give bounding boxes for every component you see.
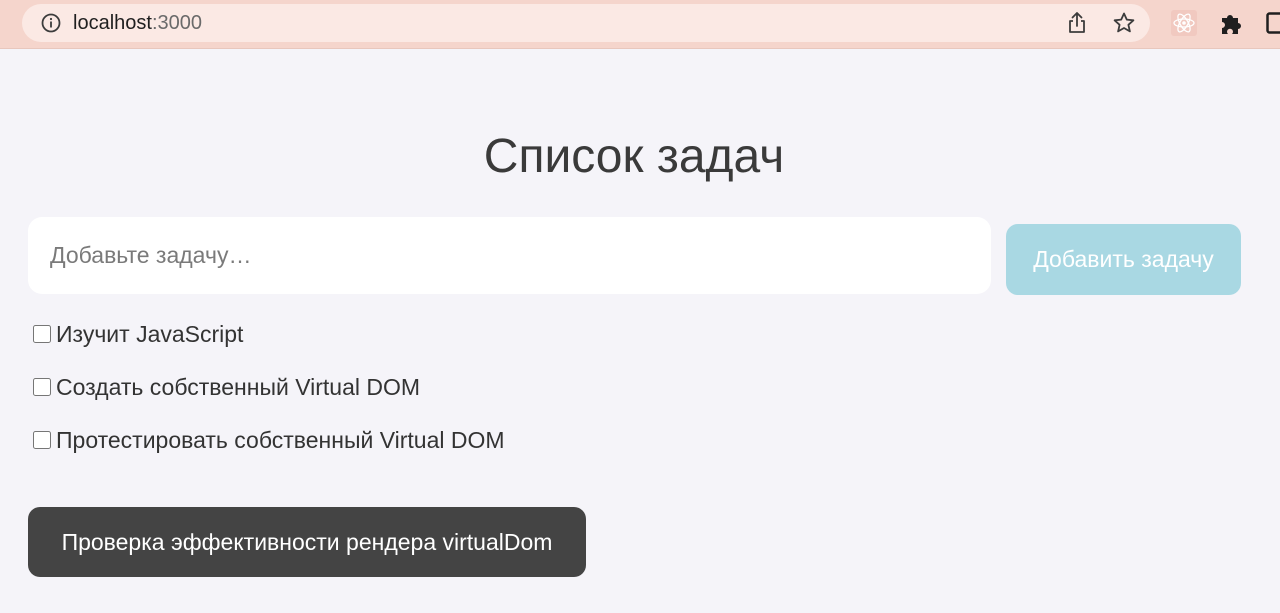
react-extension-icon[interactable] [1171, 10, 1197, 36]
url-port: :3000 [151, 12, 202, 34]
task-checkbox[interactable] [33, 325, 51, 343]
star-icon[interactable] [1112, 11, 1136, 35]
task-item: Протестировать собственный Virtual DOM [33, 423, 505, 457]
puzzle-icon[interactable] [1218, 10, 1244, 36]
task-item: Изучит JavaScript [33, 317, 505, 351]
task-input[interactable] [28, 217, 991, 294]
address-bar[interactable]: localhost:3000 [22, 4, 1150, 42]
add-task-button[interactable]: Добавить задачу [1006, 224, 1241, 295]
page-title: Список задач [483, 130, 785, 183]
url-host: localhost [73, 12, 152, 34]
task-label: Создать собственный Virtual DOM [56, 373, 421, 400]
url-text[interactable]: localhost:3000 [73, 12, 202, 34]
task-item: Создать собственный Virtual DOM [33, 370, 505, 404]
share-icon[interactable] [1066, 11, 1088, 35]
task-label: Изучит JavaScript [56, 320, 244, 347]
browser-toolbar: localhost:3000 [0, 0, 1280, 49]
task-checkbox[interactable] [33, 431, 51, 449]
window-icon[interactable] [1266, 12, 1280, 34]
render-performance-button[interactable]: Проверка эффективности рендера virtualDo… [28, 507, 586, 577]
task-label: Протестировать собственный Virtual DOM [56, 426, 505, 453]
info-icon[interactable] [40, 12, 62, 34]
task-list: Изучит JavaScript Создать собственный Vi… [33, 317, 505, 476]
task-checkbox[interactable] [33, 378, 51, 396]
